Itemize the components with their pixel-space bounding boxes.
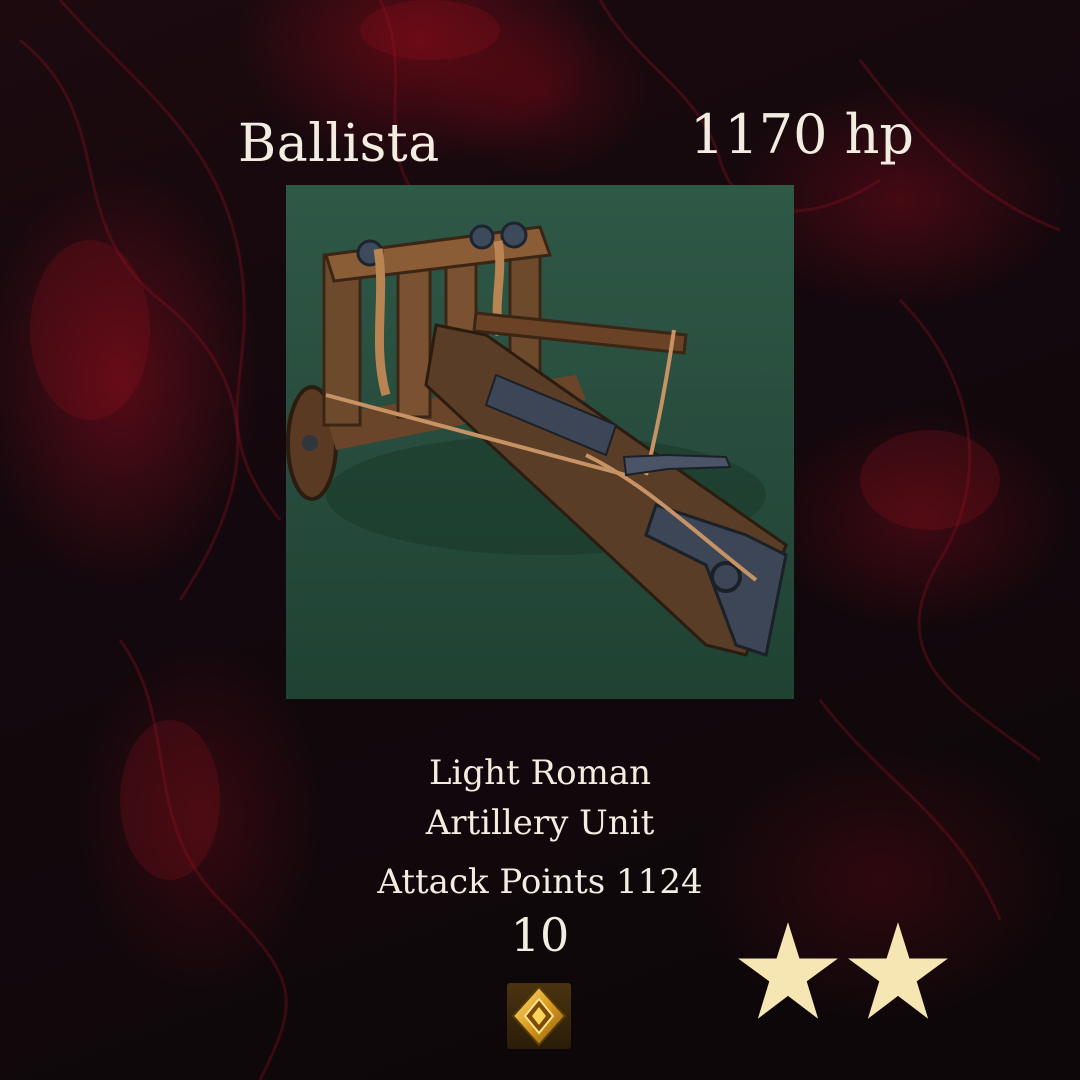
gold-diamond-rank-icon [507, 983, 571, 1049]
ballista-illustration [286, 221, 788, 657]
star-icon [738, 922, 838, 1019]
star-icon [848, 922, 948, 1019]
unit-description: Light Roman Artillery Unit [340, 748, 740, 848]
hit-points: 1170 hp [690, 103, 914, 166]
unit-description-line-2: Artillery Unit [425, 803, 655, 843]
attack-points: Attack Points 1124 [377, 862, 703, 902]
unit-description-line-1: Light Roman [428, 753, 652, 793]
unit-level: 10 [510, 908, 570, 962]
unit-name: Ballista [238, 114, 440, 174]
star-rating [736, 920, 956, 1028]
unit-image-ballista [286, 185, 794, 699]
